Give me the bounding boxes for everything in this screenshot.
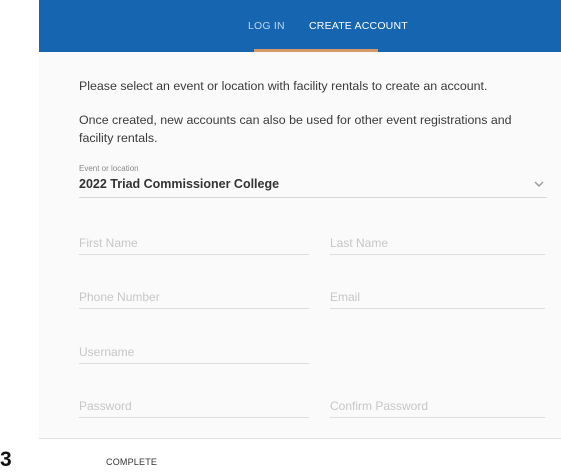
confirm-password-field[interactable]: Confirm Password	[330, 399, 545, 418]
event-select[interactable]: 2022 Triad Commissioner College	[79, 177, 279, 191]
intro-text-1: Please select an event or location with …	[79, 79, 488, 93]
phone-number-field[interactable]: Phone Number	[79, 290, 309, 309]
tab-create-account[interactable]: CREATE ACCOUNT	[309, 20, 408, 32]
email-field[interactable]: Email	[330, 290, 545, 309]
step-number: 3	[0, 448, 12, 471]
intro-text-2: Once created, new accounts can also be u…	[79, 113, 512, 145]
footer-divider	[39, 438, 561, 439]
chevron-down-icon[interactable]	[534, 180, 544, 188]
event-select-label: Event or location	[79, 164, 139, 173]
complete-button[interactable]: COMPLETE	[106, 457, 157, 467]
password-field[interactable]: Password	[79, 399, 309, 418]
tab-log-in[interactable]: LOG IN	[248, 20, 285, 32]
header-bar: LOG IN CREATE ACCOUNT	[39, 0, 561, 52]
first-name-field[interactable]: First Name	[79, 236, 309, 255]
last-name-field[interactable]: Last Name	[330, 236, 545, 255]
username-field[interactable]: Username	[79, 345, 309, 364]
event-select-underline	[79, 197, 547, 198]
